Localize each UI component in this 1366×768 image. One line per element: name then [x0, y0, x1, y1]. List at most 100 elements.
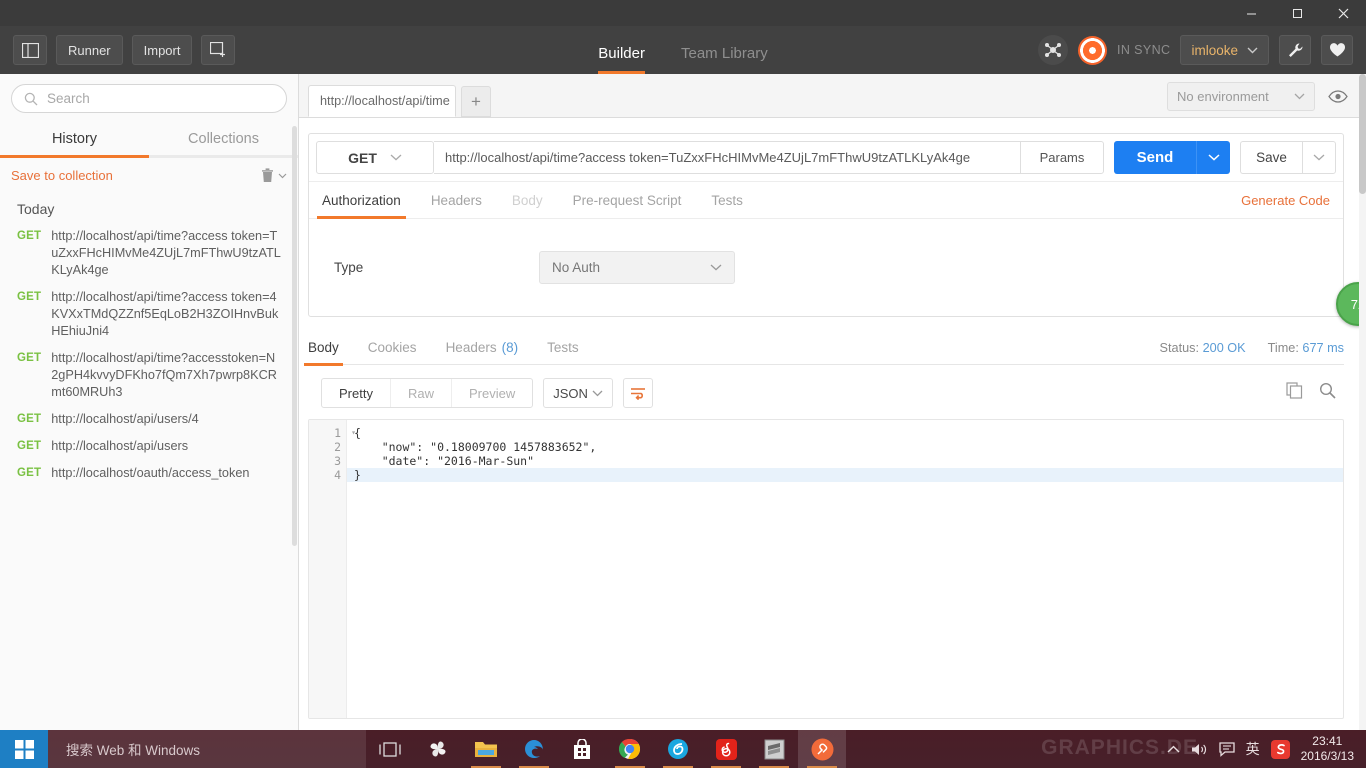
sidebar-scrollbar[interactable]	[292, 126, 297, 546]
ime-indicator[interactable]: 英	[1246, 739, 1260, 759]
main-scrollbar[interactable]	[1359, 74, 1366, 730]
chevron-down-icon	[1294, 93, 1305, 100]
settings-wrench-button[interactable]	[1279, 35, 1311, 65]
runner-button[interactable]: Runner	[56, 35, 123, 65]
save-to-collection-row: Save to collection	[0, 158, 298, 191]
sogou-icon[interactable]	[1270, 739, 1290, 759]
response-tab-cookies-label: Cookies	[367, 340, 417, 355]
sidebar-toggle-button[interactable]	[13, 35, 47, 65]
history-url: http://localhost/api/time?access token=4…	[51, 290, 279, 338]
environment-select[interactable]: No environment	[1167, 82, 1315, 111]
view-mode-raw[interactable]: Raw	[391, 379, 452, 407]
new-request-tab-button[interactable]: +	[461, 86, 491, 117]
sidebar-tab-history[interactable]: History	[0, 122, 149, 158]
response-tab-body-label: Body	[308, 340, 339, 355]
response-tab-tests[interactable]: Tests	[547, 331, 579, 365]
list-item[interactable]: GET http://localhost/api/time?access tok…	[0, 223, 298, 284]
tab-pre-request-script[interactable]: Pre-request Script	[573, 182, 682, 219]
tab-headers[interactable]: Headers	[431, 182, 482, 219]
desktop: Runner Import Builder Team Library IN SY…	[0, 0, 1366, 768]
close-button[interactable]	[1320, 0, 1366, 26]
status-value: 200 OK	[1202, 340, 1246, 355]
environment-quick-look-button[interactable]	[1324, 83, 1352, 111]
tab-team-library[interactable]: Team Library	[681, 45, 768, 74]
list-item[interactable]: GET http://localhost/api/users	[0, 433, 298, 460]
favorites-heart-button[interactable]	[1321, 35, 1353, 65]
user-menu[interactable]: imlooke	[1180, 35, 1269, 65]
request-tab-label: http://localhost/api/time	[320, 94, 450, 108]
postman-icon[interactable]	[798, 730, 846, 768]
new-window-button[interactable]	[201, 35, 236, 65]
taskbar-clock[interactable]: 23:41 2016/3/13	[1301, 734, 1354, 764]
response-search-button[interactable]	[1319, 382, 1336, 404]
tab-authorization[interactable]: Authorization	[317, 182, 406, 219]
chrome-icon[interactable]	[606, 730, 654, 768]
request-tab[interactable]: http://localhost/api/time	[308, 85, 456, 117]
url-input[interactable]	[434, 141, 1020, 174]
search-box[interactable]	[11, 84, 287, 113]
view-mode-preview[interactable]: Preview	[452, 379, 532, 407]
netease-music-icon[interactable]	[702, 730, 750, 768]
save-to-collection-link[interactable]: Save to collection	[11, 168, 113, 183]
save-label: Save	[1256, 150, 1287, 165]
response-tab-headers[interactable]: Headers (8)	[446, 331, 519, 365]
tab-tests[interactable]: Tests	[711, 182, 743, 219]
url-row: GET Params Send Save	[309, 134, 1343, 181]
browser-icon[interactable]	[654, 730, 702, 768]
response-tab-cookies[interactable]: Cookies	[368, 331, 417, 365]
response-tab-body[interactable]: Body	[304, 331, 343, 366]
generate-code-link[interactable]: Generate Code	[1241, 193, 1330, 208]
list-item[interactable]: GET http://localhost/api/time?access tok…	[0, 284, 298, 345]
import-button[interactable]: Import	[131, 35, 193, 65]
line-number: 2	[334, 440, 341, 454]
sidebar-tab-collections[interactable]: Collections	[149, 122, 298, 155]
task-view-icon[interactable]	[366, 730, 414, 768]
save-options-button[interactable]	[1302, 141, 1336, 174]
list-item[interactable]: GET http://localhost/api/users/4	[0, 406, 298, 433]
response-toolbar: Pretty Raw Preview JSON	[308, 365, 1344, 419]
minimize-button[interactable]	[1228, 0, 1274, 26]
tab-builder[interactable]: Builder	[598, 45, 645, 74]
auth-type-select[interactable]: No Auth	[539, 251, 735, 284]
maximize-button[interactable]	[1274, 0, 1320, 26]
file-explorer-icon[interactable]	[462, 730, 510, 768]
sidebar: History Collections Save to collection T…	[0, 74, 299, 730]
sublime-text-icon[interactable]	[750, 730, 798, 768]
response-tab-headers-label: Headers	[445, 340, 497, 355]
search-input[interactable]	[47, 91, 274, 106]
store-icon[interactable]	[558, 730, 606, 768]
clear-history-button[interactable]	[261, 168, 287, 183]
history-group-label: Today	[17, 201, 55, 217]
time-label: Time:	[1267, 340, 1299, 355]
tab-body-label: Body	[511, 192, 543, 208]
word-wrap-button[interactable]	[623, 378, 654, 408]
sidebar-tab-history-label: History	[51, 130, 98, 147]
view-mode-pretty[interactable]: Pretty	[322, 379, 391, 407]
response-tab-tests-label: Tests	[547, 340, 579, 355]
taskbar-search[interactable]: 搜索 Web 和 Windows	[48, 730, 366, 768]
response-format-select[interactable]: JSON	[543, 378, 614, 408]
auth-type-value: No Auth	[552, 260, 601, 275]
params-button[interactable]: Params	[1020, 141, 1104, 174]
send-options-button[interactable]	[1196, 141, 1230, 174]
start-button[interactable]	[0, 730, 48, 768]
copy-button[interactable]	[1286, 382, 1303, 404]
chevron-down-icon	[710, 264, 722, 271]
http-method-select[interactable]: GET	[316, 141, 434, 174]
list-item[interactable]: GET http://localhost/oauth/access_token	[0, 460, 298, 487]
sync-status-icon	[1077, 35, 1107, 65]
save-request-button[interactable]: Save	[1240, 141, 1302, 174]
list-item[interactable]: GET http://localhost/api/time?accesstoke…	[0, 345, 298, 406]
response-tabs: Body Cookies Headers (8) Tests Status: 2…	[304, 331, 1344, 366]
heart-icon	[1329, 43, 1345, 57]
tab-body[interactable]: Body	[512, 182, 543, 219]
params-label: Params	[1039, 150, 1085, 165]
send-button[interactable]: Send	[1114, 141, 1196, 174]
response-body-editor[interactable]: 1 2 3 4 { "now": "0.18009700 1457883652"…	[308, 419, 1344, 719]
action-center-icon[interactable]	[1218, 741, 1235, 757]
network-icon[interactable]	[1037, 35, 1068, 65]
edge-icon[interactable]	[510, 730, 558, 768]
pinwheel-icon[interactable]	[414, 730, 462, 768]
tab-authorization-label: Authorization	[322, 192, 401, 208]
history-method: GET	[17, 352, 42, 364]
